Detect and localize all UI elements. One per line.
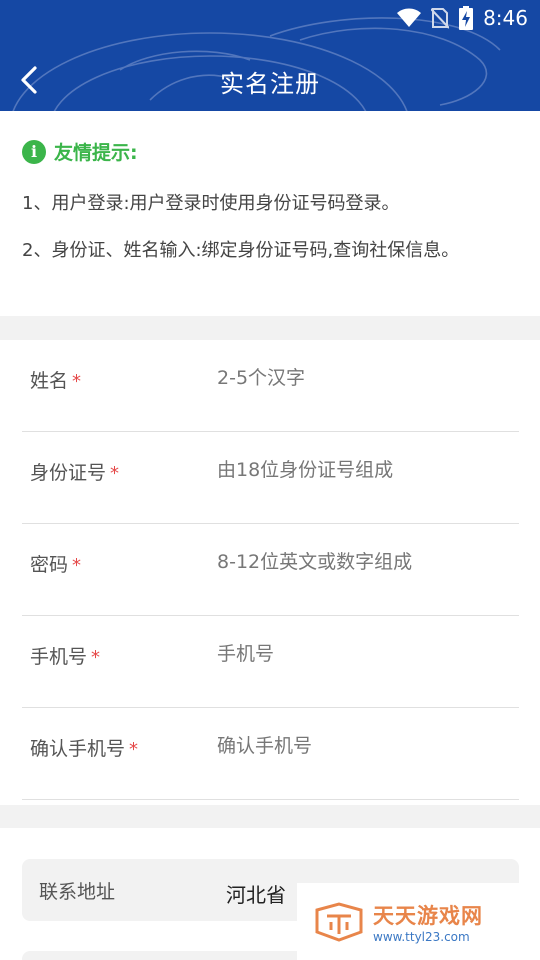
address-label: 联系地址 <box>39 881 116 903</box>
watermark: 天天游戏网 www.ttyl23.com <box>297 883 540 960</box>
tip-line-1: 1、用户登录:用户登录时使用身份证号码登录。 <box>22 193 400 214</box>
required-mark: * <box>110 463 120 484</box>
tip-line-2: 2、身份证、姓名输入:绑定身份证号码,查询社保信息。 <box>22 240 460 261</box>
no-sim-icon <box>431 8 450 29</box>
status-time: 8:46 <box>483 6 528 30</box>
field-label-confirm-phone: 确认手机号 * <box>30 738 139 760</box>
tips-card: i 友情提示: 1、用户登录:用户登录时使用身份证号码登录。 2、身份证、姓名输… <box>0 111 540 316</box>
watermark-url: www.ttyl23.com <box>373 929 470 944</box>
required-mark: * <box>72 371 82 392</box>
wifi-icon <box>397 8 422 27</box>
field-row-confirm-phone: 确认手机号 * <box>22 708 519 800</box>
field-label-name: 姓名 * <box>30 370 82 392</box>
id-number-input[interactable] <box>217 452 507 488</box>
tips-heading: i 友情提示: <box>22 138 138 165</box>
battery-charging-icon <box>459 6 474 30</box>
field-row-phone: 手机号 * <box>22 616 519 708</box>
field-label-id-number: 身份证号 * <box>30 462 120 484</box>
required-mark: * <box>72 555 82 576</box>
confirm-phone-input[interactable] <box>217 728 507 764</box>
field-label-password: 密码 * <box>30 554 82 576</box>
watermark-name: 天天游戏网 <box>373 903 483 928</box>
field-row-password: 密码 * <box>22 524 519 616</box>
required-mark: * <box>129 739 139 760</box>
field-label-phone: 手机号 * <box>30 646 101 668</box>
page-title: 实名注册 <box>220 70 320 98</box>
name-input[interactable] <box>217 360 507 396</box>
register-form: 姓名* 身份证号* 密码* 手机号* 确认手机号* <box>0 340 540 805</box>
tips-title: 友情提示: <box>54 142 138 164</box>
password-input[interactable] <box>217 544 507 580</box>
field-row-name: 姓名 * <box>22 340 519 432</box>
info-icon: i <box>22 139 46 164</box>
address-province: 河北省 <box>226 883 286 907</box>
required-mark: * <box>91 647 101 668</box>
field-row-id-number: 身份证号 * <box>22 432 519 524</box>
phone-input[interactable] <box>217 636 507 672</box>
status-bar: 8:46 <box>0 0 540 36</box>
app-header: 8:46 实名注册 <box>0 0 540 111</box>
watermark-logo-icon <box>315 901 363 942</box>
